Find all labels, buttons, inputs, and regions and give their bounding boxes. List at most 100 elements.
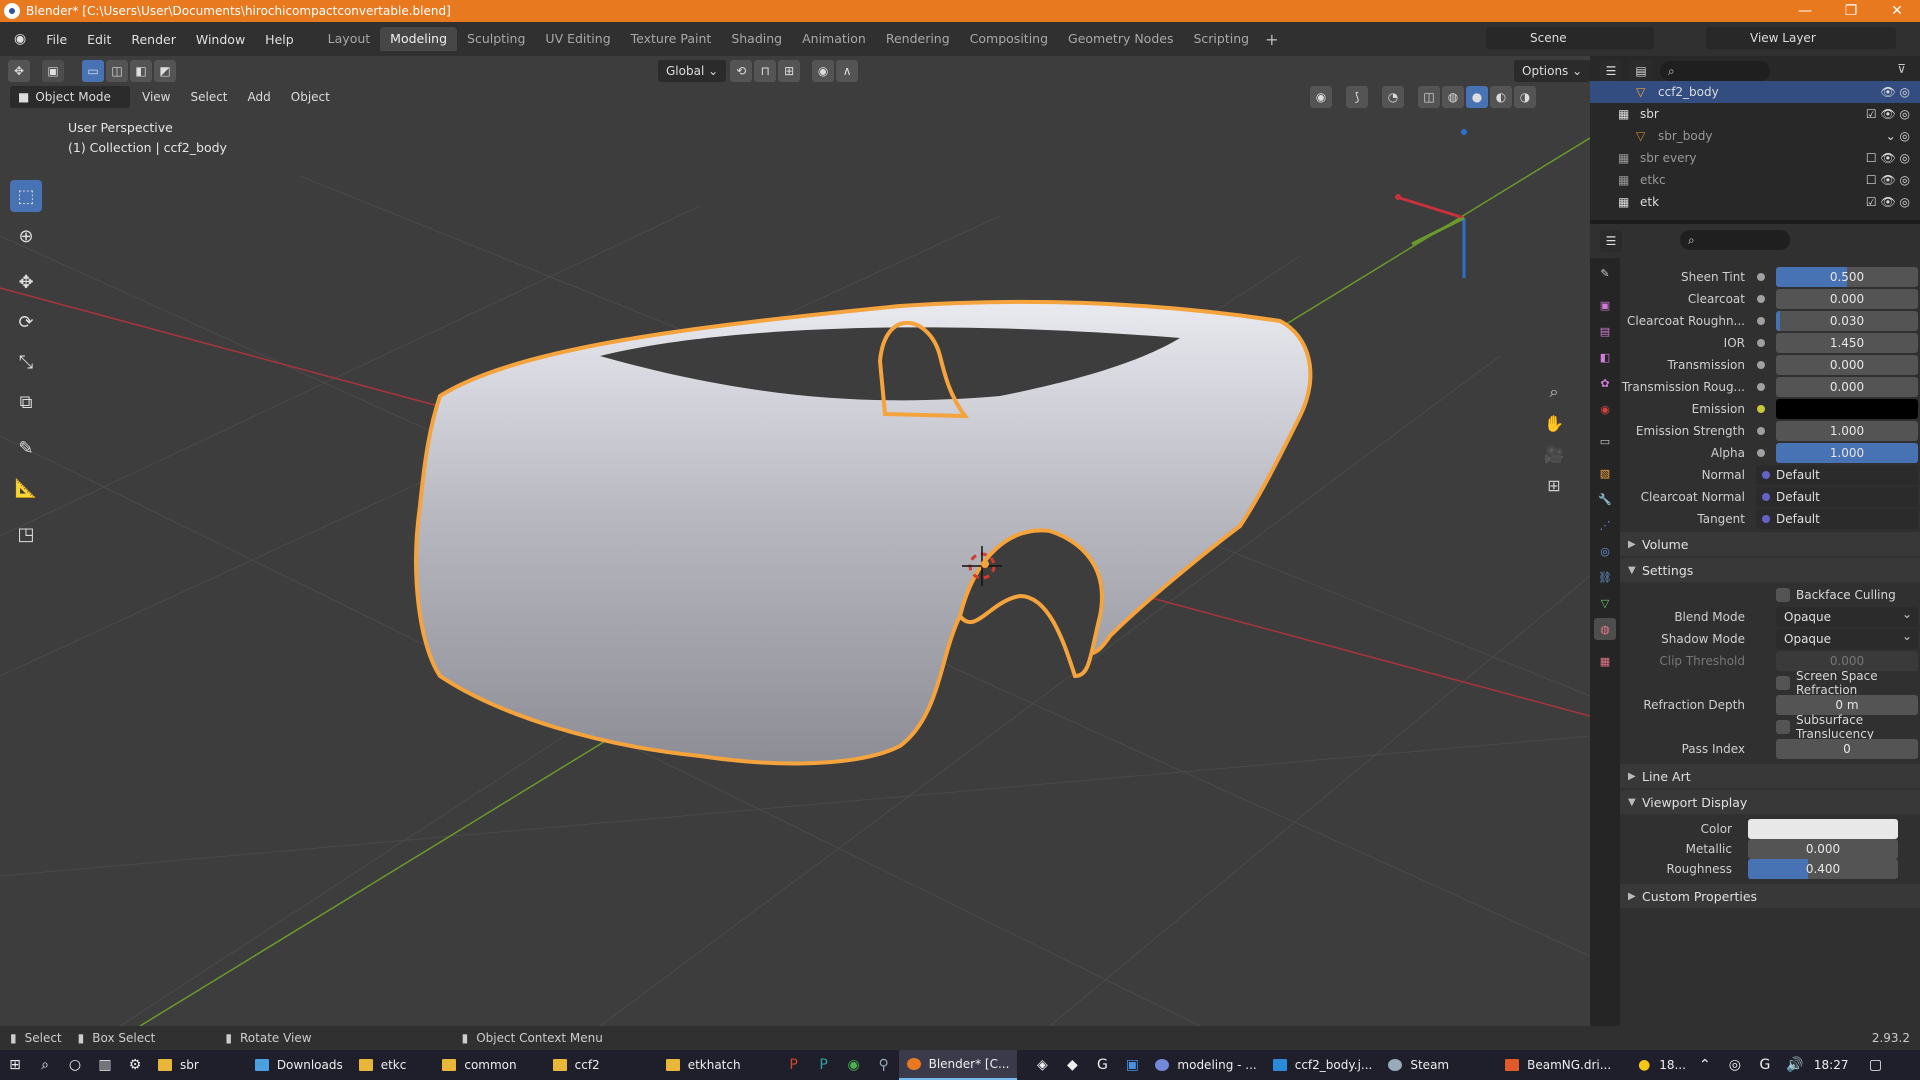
outliner-search-input[interactable]: ⌕ xyxy=(1660,61,1770,81)
particles-tab-icon[interactable]: ⋰ xyxy=(1594,514,1616,536)
falloff-icon[interactable]: ∧ xyxy=(836,60,859,82)
backface-culling-checkbox[interactable] xyxy=(1776,588,1790,602)
clearcoat-normal-link[interactable]: Default xyxy=(1756,487,1918,507)
material-shading-icon[interactable]: ◐ xyxy=(1490,86,1512,108)
taskbar-item-common[interactable]: common xyxy=(434,1050,524,1080)
outliner-row-etk[interactable]: ▦ etk ☑ 👁 ◎ xyxy=(1590,191,1920,213)
outliner-editor-type-icon[interactable]: ☰ xyxy=(1600,60,1622,82)
overlay-icon[interactable]: ◔ xyxy=(1382,86,1404,108)
app-icon[interactable]: ▣ xyxy=(1117,1050,1147,1080)
solid-shading-icon[interactable]: ● xyxy=(1466,86,1488,108)
visibility-toggles[interactable]: ☑ 👁 ◎ xyxy=(1866,107,1910,121)
publisher-icon[interactable]: P xyxy=(809,1050,839,1080)
world-tab-icon[interactable]: ◉ xyxy=(1594,398,1616,420)
rendered-shading-icon[interactable]: ◑ xyxy=(1514,86,1536,108)
xray-icon[interactable]: ◫ xyxy=(1418,86,1440,108)
view-layer-selector[interactable]: View Layer xyxy=(1706,27,1896,49)
taskbar-item-etkhatch[interactable]: etkhatch xyxy=(658,1050,749,1080)
tab-modeling[interactable]: Modeling xyxy=(380,27,458,51)
taskbar-item-sbr[interactable]: sbr xyxy=(150,1050,207,1080)
panel-custom-properties[interactable]: ▶ Custom Properties xyxy=(1620,884,1920,908)
tray-app-icon[interactable]: ◎ xyxy=(1720,1050,1750,1080)
display-mode-icon[interactable]: ▤ xyxy=(1630,60,1652,82)
tangent-link[interactable]: Default xyxy=(1756,509,1918,529)
view-layer-tab-icon[interactable]: ◧ xyxy=(1594,346,1616,368)
app-icon[interactable]: ◆ xyxy=(1057,1050,1087,1080)
add-cube-tool-icon[interactable]: ◳ xyxy=(10,518,42,550)
chrome-icon[interactable]: ◉ xyxy=(839,1050,869,1080)
transform-tool-icon[interactable]: ⧉ xyxy=(10,386,42,418)
properties-search-input[interactable]: ⌕ xyxy=(1680,230,1790,250)
visibility-toggles[interactable]: ☑ 👁 ◎ xyxy=(1866,195,1910,209)
proportional-edit-icon[interactable]: ◉ xyxy=(812,60,835,82)
taskbar-item-blender[interactable]: Blender* [C... xyxy=(898,1050,1018,1080)
cortana-icon[interactable]: ○ xyxy=(60,1050,90,1080)
outliner-row-ccf2-body[interactable]: ▽ ccf2_body 👁 ◎ xyxy=(1590,81,1920,103)
measure-tool-icon[interactable]: 📐 xyxy=(10,472,42,504)
speaker-icon[interactable]: 🔊 xyxy=(1780,1050,1810,1080)
menu-add[interactable]: Add xyxy=(240,86,279,108)
constraints-tab-icon[interactable]: ⛓ xyxy=(1594,566,1616,588)
weather-icon[interactable]: ● xyxy=(1629,1050,1659,1080)
powerpoint-icon[interactable]: P xyxy=(779,1050,809,1080)
add-workspace-icon[interactable]: + xyxy=(1259,30,1278,49)
tab-layout[interactable]: Layout xyxy=(318,27,381,51)
taskbar-item-vscode[interactable]: ccf2_body.j... xyxy=(1265,1050,1381,1080)
tray-app-icon[interactable]: G xyxy=(1750,1050,1780,1080)
camera-icon[interactable]: 🎥 xyxy=(1540,440,1568,468)
menu-select[interactable]: Select xyxy=(182,86,235,108)
scene-tab-icon[interactable]: ✿ xyxy=(1594,372,1616,394)
tray-chevron-icon[interactable]: ⌃ xyxy=(1690,1050,1720,1080)
modifier-tab-icon[interactable]: 🔧 xyxy=(1594,488,1616,510)
outliner-row-sbr[interactable]: ▦ sbr ☑ 👁 ◎ xyxy=(1590,103,1920,125)
mode-dropdown[interactable]: ■ Object Mode xyxy=(10,86,130,108)
steam-tray-icon[interactable]: ⚲ xyxy=(869,1050,899,1080)
transmission-roughness-slider[interactable]: 0.000 xyxy=(1776,377,1918,397)
clock[interactable]: 18:27 xyxy=(1814,1058,1849,1072)
taskbar-item-beamng[interactable]: BeamNG.dri... xyxy=(1497,1050,1619,1080)
data-tab-icon[interactable]: ▽ xyxy=(1594,592,1616,614)
taskbar-item-downloads[interactable]: Downloads xyxy=(247,1050,351,1080)
physics-tab-icon[interactable]: ◎ xyxy=(1594,540,1616,562)
metallic-slider[interactable]: 0.000 xyxy=(1748,839,1898,859)
visibility-toggles[interactable]: ☐ 👁 ◎ xyxy=(1866,173,1910,187)
visibility-toggles[interactable]: 👁 ◎ xyxy=(1880,85,1910,99)
alpha-slider[interactable]: 1.000 xyxy=(1776,443,1918,463)
cursor-tool-icon[interactable]: ⊕ xyxy=(10,220,42,252)
menu-file[interactable]: File xyxy=(36,32,77,47)
select-tool-icon[interactable]: ▣ xyxy=(42,60,64,82)
blend-mode-dropdown[interactable]: Opaque xyxy=(1776,604,1918,627)
move-tool-icon[interactable]: ✥ xyxy=(10,266,42,298)
task-view-icon[interactable]: ▥ xyxy=(90,1050,120,1080)
select-new-icon[interactable]: ▭ xyxy=(82,60,104,82)
collection-tab-icon[interactable]: ▭ xyxy=(1594,430,1616,452)
restore-button[interactable]: ❐ xyxy=(1828,0,1874,22)
select-extend-icon[interactable]: ◫ xyxy=(106,60,128,82)
sss-checkbox[interactable] xyxy=(1776,720,1790,734)
settings-gear-icon[interactable]: ⚙ xyxy=(120,1050,150,1080)
ssr-checkbox[interactable] xyxy=(1776,676,1790,690)
app-icon[interactable]: G xyxy=(1087,1050,1117,1080)
tab-compositing[interactable]: Compositing xyxy=(960,27,1058,51)
app-icon[interactable]: ◈ xyxy=(1027,1050,1057,1080)
snap-icon[interactable]: ⊓ xyxy=(754,60,777,82)
tab-uv-editing[interactable]: UV Editing xyxy=(535,27,620,51)
taskbar-item-ccf2[interactable]: ccf2 xyxy=(545,1050,608,1080)
clip-threshold-field[interactable]: 0.000 xyxy=(1776,651,1918,671)
shadow-mode-dropdown[interactable]: Opaque xyxy=(1776,626,1918,649)
options-dropdown[interactable]: Options ⌄ xyxy=(1514,60,1590,82)
select-invert-icon[interactable]: ◩ xyxy=(154,60,176,82)
visibility-toggles[interactable]: ☐ 👁 ◎ xyxy=(1866,151,1910,165)
panel-line-art[interactable]: ▶ Line Art xyxy=(1620,764,1920,788)
emission-strength-field[interactable]: 1.000 xyxy=(1776,421,1918,441)
visibility-icon[interactable]: ◉ xyxy=(1310,86,1332,108)
editor-type-icon[interactable]: ✥ xyxy=(8,60,30,82)
normal-link[interactable]: Default xyxy=(1756,465,1918,485)
search-icon[interactable]: ⌕ xyxy=(30,1050,60,1080)
tab-animation[interactable]: Animation xyxy=(792,27,876,51)
minimize-button[interactable]: — xyxy=(1782,0,1828,22)
close-button[interactable]: ✕ xyxy=(1874,0,1920,22)
menu-view[interactable]: View xyxy=(134,86,178,108)
tool-tab-icon[interactable]: ✎ xyxy=(1594,262,1616,284)
scale-tool-icon[interactable]: ⤡ xyxy=(10,346,42,378)
